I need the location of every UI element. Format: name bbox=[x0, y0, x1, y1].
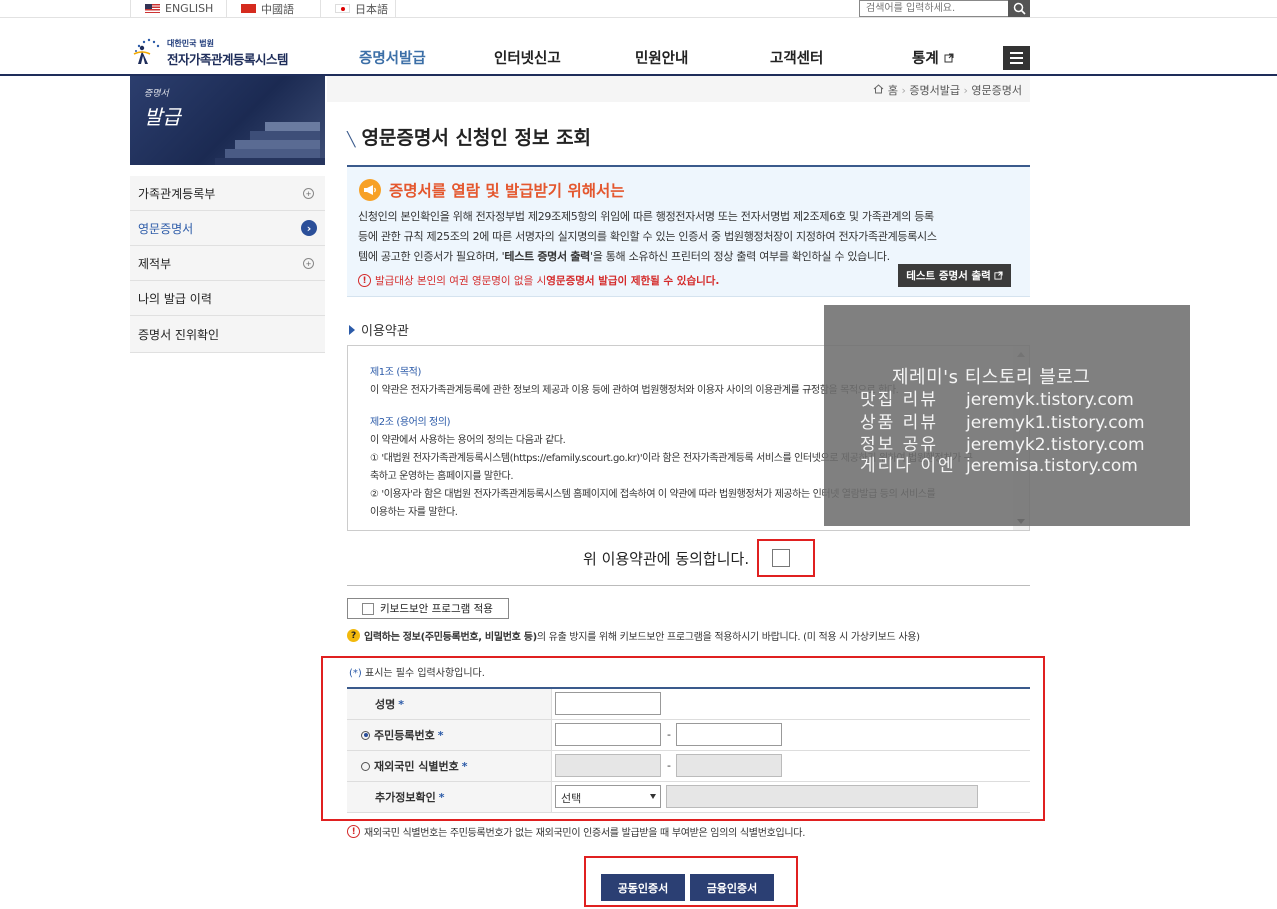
notice-body-text: 템에 공고한 인증서가 필요하며, ' bbox=[358, 250, 505, 263]
keyboard-note-bold: 입력하는 정보(주민등록번호, 비밀번호 등) bbox=[364, 632, 537, 643]
watermark-row: 게리다 이엔 jeremisa.tistory.com bbox=[860, 451, 1138, 476]
blog-watermark: 제레미's 티스토리 블로그 맛집 리뷰 jeremyk.tistory.com … bbox=[824, 305, 1190, 526]
page-title: ╲ 영문증명서 신청인 정보 조회 bbox=[347, 123, 591, 150]
test-print-button[interactable]: 테스트 증명서 출력 bbox=[898, 264, 1011, 287]
keyboard-security-checkbox[interactable] bbox=[362, 602, 374, 615]
notice-box: 증명서를 열람 및 발급받기 위해서는 신청인의 본인확인을 위해 전자정부법 … bbox=[347, 167, 1030, 297]
notice-body-bold: 테스트 증명서 출력 bbox=[504, 250, 590, 263]
terms-agree-label: 위 이용약관에 동의합니다. bbox=[583, 550, 750, 568]
overseas-id-note: ! 재외국민 식별번호는 주민등록번호가 없는 재외국민이 인증서를 발급받을 … bbox=[347, 824, 805, 839]
site-logo[interactable]: 대한민국 법원 전자가족관계등록시스템 bbox=[130, 36, 300, 68]
external-link-icon bbox=[994, 271, 1003, 280]
lang-chinese-label: 中國語 bbox=[261, 2, 294, 16]
search-icon bbox=[1013, 2, 1026, 15]
notice-body-line: 등에 관한 규칙 제25조의 2에 따른 서명자의 실지명의를 확인할 수 있는… bbox=[358, 230, 937, 243]
notice-warning-text: 발급대상 본인의 여권 영문명이 없을 시 bbox=[375, 275, 547, 287]
warning-icon: ! bbox=[347, 825, 360, 838]
japan-flag-icon bbox=[335, 4, 350, 13]
watermark-key: 게리다 이엔 bbox=[860, 456, 956, 476]
breadcrumb-current: 영문증명서 bbox=[971, 84, 1022, 97]
plus-circle-icon: + bbox=[303, 258, 314, 269]
nav-customer-center[interactable]: 고객센터 bbox=[770, 47, 823, 68]
sidebar-title: 증명서 발급 bbox=[144, 86, 181, 130]
triangle-bullet-icon bbox=[349, 324, 355, 335]
divider bbox=[347, 585, 1030, 586]
sidebar-item-label: 제적부 bbox=[138, 256, 172, 271]
sidebar-item-label: 가족관계등록부 bbox=[138, 186, 216, 201]
sidebar-title-small: 증명서 bbox=[144, 89, 169, 99]
logo-emblem-icon bbox=[133, 38, 160, 64]
notice-heading: 증명서를 열람 및 발급받기 위해서는 bbox=[359, 179, 625, 201]
highlight-box-cert-buttons bbox=[584, 856, 798, 907]
lang-japanese-link[interactable]: 日本語 bbox=[320, 0, 396, 17]
sidebar-item-authenticity-check[interactable]: 증명서 진위확인 bbox=[130, 316, 325, 353]
external-link-icon bbox=[944, 53, 954, 63]
lang-english-label: ENGLISH bbox=[165, 2, 214, 15]
page-title-text: 영문증명서 신청인 정보 조회 bbox=[361, 127, 592, 149]
watermark-url: jeremisa.tistory.com bbox=[966, 456, 1138, 476]
terms-section-label: 이용약관 bbox=[349, 320, 409, 339]
sidebar-item-label: 나의 발급 이력 bbox=[138, 291, 212, 306]
megaphone-icon bbox=[359, 179, 381, 201]
sidebar-item-family-register[interactable]: 가족관계등록부 + bbox=[130, 176, 325, 211]
watermark-url: jeremyk.tistory.com bbox=[966, 390, 1134, 410]
highlight-box-form bbox=[321, 656, 1045, 821]
highlight-box-agree bbox=[757, 539, 815, 577]
search-input[interactable] bbox=[859, 0, 1009, 17]
sidebar-item-removed-register[interactable]: 제적부 + bbox=[130, 246, 325, 281]
test-print-label: 테스트 증명서 출력 bbox=[906, 270, 991, 282]
notice-body-text: '을 통해 소유하신 프린터의 정상 출력 여부를 확인하실 수 있습니다. bbox=[590, 250, 890, 263]
keyboard-security-note: ? 입력하는 정보(주민등록번호, 비밀번호 등) 의 유출 방지를 위해 키보드… bbox=[347, 628, 920, 643]
nav-statistics[interactable]: 통계 bbox=[912, 47, 954, 68]
logo-subtitle: 대한민국 법원 bbox=[167, 39, 214, 48]
nav-internet-report[interactable]: 인터넷신고 bbox=[494, 47, 561, 68]
search-button[interactable] bbox=[1008, 0, 1030, 17]
notice-body-line: 신청인의 본인확인을 위해 전자정부법 제29조제5항의 위임에 따른 행정전자… bbox=[358, 210, 934, 223]
keyboard-security-label: 키보드보안 프로그램 적용 bbox=[380, 603, 493, 615]
sidebar-item-label: 영문증명서 bbox=[138, 221, 194, 236]
terms-section-text: 이용약관 bbox=[361, 324, 409, 339]
keyboard-security-toggle[interactable]: 키보드보안 프로그램 적용 bbox=[347, 598, 509, 619]
notice-warning-bold: 영문증명서 발급이 제한될 수 있습니다. bbox=[546, 275, 720, 287]
breadcrumb-level1[interactable]: 증명서발급 bbox=[909, 84, 960, 97]
question-icon: ? bbox=[347, 629, 360, 642]
hamburger-menu-button[interactable] bbox=[1003, 46, 1030, 70]
sidebar-item-english-certificate[interactable]: 영문증명서 › bbox=[130, 211, 325, 246]
books-illustration-icon bbox=[215, 122, 325, 165]
sidebar-item-issue-history[interactable]: 나의 발급 이력 bbox=[130, 281, 325, 316]
logo-title: 전자가족관계등록시스템 bbox=[167, 52, 289, 67]
language-bar: ENGLISH 中國語 日本語 bbox=[0, 0, 1277, 18]
keyboard-note-text: 의 유출 방지를 위해 키보드보안 프로그램을 적용하시기 바랍니다. (미 적… bbox=[536, 632, 920, 643]
nav-civil-guide[interactable]: 민원안내 bbox=[635, 47, 688, 68]
breadcrumb-bar: 홈 › 증명서발급 › 영문증명서 bbox=[327, 76, 1030, 102]
us-flag-icon bbox=[145, 4, 160, 13]
overseas-id-note-text: 재외국민 식별번호는 주민등록번호가 없는 재외국민이 인증서를 발급받을 때 … bbox=[364, 828, 806, 839]
breadcrumb: 홈 › 증명서발급 › 영문증명서 bbox=[873, 82, 1022, 98]
notice-heading-text: 증명서를 열람 및 발급받기 위해서는 bbox=[389, 182, 625, 200]
title-marker-icon: ╲ bbox=[347, 132, 356, 148]
lang-japanese-label: 日本語 bbox=[355, 2, 388, 16]
breadcrumb-home[interactable]: 홈 bbox=[888, 84, 898, 97]
lang-english-link[interactable]: ENGLISH bbox=[130, 0, 226, 17]
warning-icon: ! bbox=[358, 274, 371, 287]
sidebar-item-label: 증명서 진위확인 bbox=[138, 327, 220, 342]
sidebar-title-big: 발급 bbox=[144, 105, 181, 129]
china-flag-icon bbox=[241, 4, 256, 13]
watermark-row: 맛집 리뷰 jeremyk.tistory.com bbox=[860, 385, 1134, 410]
nav-certificate-issue[interactable]: 증명서발급 bbox=[359, 47, 426, 68]
notice-body: 신청인의 본인확인을 위해 전자정부법 제29조제5항의 위임에 따른 행정전자… bbox=[358, 207, 1020, 267]
watermark-key: 맛집 리뷰 bbox=[860, 390, 938, 410]
nav-statistics-label: 통계 bbox=[912, 51, 939, 67]
home-icon bbox=[874, 84, 884, 94]
plus-circle-icon: + bbox=[303, 188, 314, 199]
chevron-right-circle-icon: › bbox=[301, 220, 317, 236]
lang-chinese-link[interactable]: 中國語 bbox=[226, 0, 320, 17]
notice-warning: ! 발급대상 본인의 여권 영문명이 없을 시 영문증명서 발급이 제한될 수 … bbox=[358, 273, 719, 288]
sidebar-header-banner: 증명서 발급 bbox=[130, 76, 325, 165]
